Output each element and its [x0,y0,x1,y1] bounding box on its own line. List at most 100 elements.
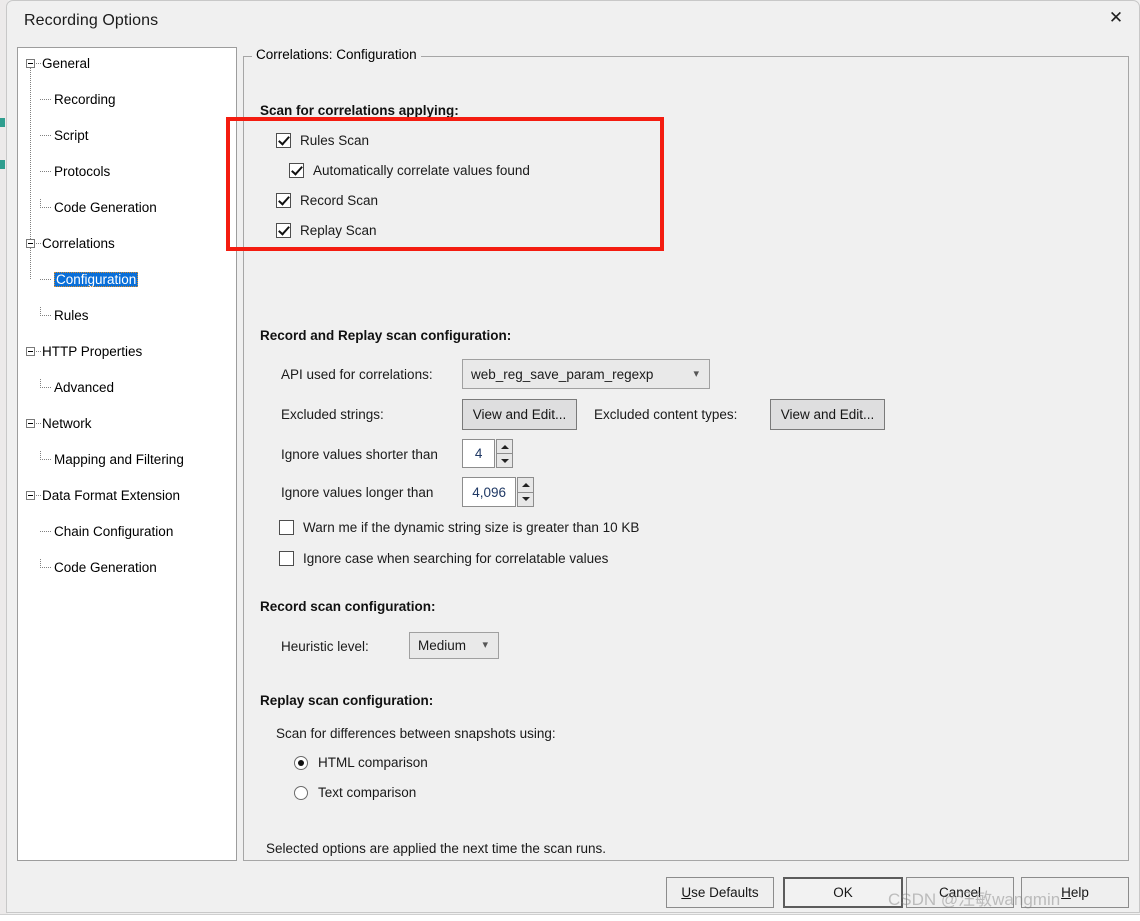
checkbox-automatically-correlate-values-found[interactable]: Automatically correlate values found [289,163,530,178]
sidebar-item-network[interactable]: Network [18,415,236,433]
checkbox-icon[interactable] [279,551,294,566]
ignore-values-longer-stepper[interactable]: 4,096 [462,477,534,507]
excluded-strings-view-and-edit-button[interactable]: View and Edit... [462,399,577,430]
ignore-longer-label: Ignore values longer than [281,485,434,500]
recording-options-dialog: Recording Options ✕ General Recording Sc… [6,0,1140,913]
stepper-up-icon[interactable] [517,477,534,493]
api-label: API used for correlations: [281,367,433,382]
checkbox-replay-scan[interactable]: Replay Scan [276,223,377,238]
sidebar-item-protocols[interactable]: Protocols [18,163,236,181]
radio-label: HTML comparison [318,755,428,770]
sidebar-item-mapping-and-filtering[interactable]: Mapping and Filtering [18,451,236,469]
ignore-shorter-label: Ignore values shorter than [281,447,438,462]
tree-connector [36,243,41,244]
sidebar-item-chain-configuration[interactable]: Chain Configuration [18,523,236,541]
checkbox-icon[interactable] [276,223,291,238]
checkbox-label: Record Scan [300,193,379,208]
tree-connector [40,207,51,208]
collapse-icon[interactable] [26,419,35,428]
stepper-up-icon[interactable] [496,439,513,454]
use-defaults-rest: se Defaults [691,885,759,900]
checkbox-label: Ignore case when searching for correlata… [303,551,609,566]
sidebar-item-general[interactable]: General [18,55,236,73]
scan-section-heading: Scan for correlations applying: [260,103,459,118]
radio-text-comparison[interactable]: Text comparison [294,785,416,800]
api-dropdown[interactable]: web_reg_save_param_regexp ▾ [462,359,710,389]
radio-html-comparison[interactable]: HTML comparison [294,755,428,770]
radio-icon[interactable] [294,785,308,800]
sidebar-item-script[interactable]: Script [18,127,236,145]
sidebar-item-advanced[interactable]: Advanced [18,379,236,397]
ignore-values-shorter-stepper[interactable]: 4 [462,439,513,468]
tree-connector [36,351,41,352]
help-rest: elp [1070,885,1089,900]
collapse-icon[interactable] [26,239,35,248]
tree-label: Code Generation [54,560,157,575]
stepper-down-icon[interactable] [517,492,534,507]
sidebar-item-correlations[interactable]: Correlations [18,235,236,253]
tree-connector [40,99,51,100]
tree-connector [40,307,41,316]
checkbox-icon[interactable] [279,520,294,535]
window-bottom-edge [0,914,1140,921]
api-dropdown-value: web_reg_save_param_regexp [471,366,654,382]
stepper-arrows[interactable] [517,477,534,507]
checkbox-warn-dynamic-string-size[interactable]: Warn me if the dynamic string size is gr… [279,520,639,535]
close-icon[interactable]: ✕ [1093,1,1139,34]
sidebar-item-recording[interactable]: Recording [18,91,236,109]
footer-note: Selected options are applied the next ti… [266,841,606,856]
ignore-longer-value[interactable]: 4,096 [462,477,517,507]
tree-label: Correlations [42,236,115,251]
checkbox-icon[interactable] [276,193,291,208]
collapse-icon[interactable] [26,59,35,68]
tree-label: Rules [54,308,89,323]
checkbox-label: Replay Scan [300,223,377,238]
radio-icon[interactable] [294,755,308,770]
tree-connector [40,135,51,136]
tree-connector [40,451,41,460]
checkbox-rules-scan[interactable]: Rules Scan [276,133,369,148]
tree-label: Protocols [54,164,111,179]
navigation-tree-panel[interactable]: General Recording Script Protocols Code … [17,47,237,861]
button-label: View and Edit... [472,407,567,422]
tree-connector [40,459,51,460]
tree-connector [36,423,41,424]
collapse-icon[interactable] [26,491,35,500]
stepper-arrows[interactable] [496,439,513,468]
sidebar-item-code-generation[interactable]: Code Generation [18,199,236,217]
sidebar-item-http-properties[interactable]: HTTP Properties [18,343,236,361]
heuristic-level-dropdown[interactable]: Medium ▾ [409,632,499,659]
collapse-icon[interactable] [26,347,35,356]
use-defaults-button[interactable]: Use Defaults [666,877,774,908]
help-button[interactable]: Help [1021,877,1129,908]
stepper-down-icon[interactable] [496,454,513,468]
checkbox-record-scan[interactable]: Record Scan [276,193,378,208]
checkbox-icon[interactable] [289,163,304,178]
sidebar-item-code-generation-dfe[interactable]: Code Generation [18,559,236,577]
tree-label: Script [54,128,89,143]
heuristic-level-value: Medium [418,638,467,653]
button-label: OK [833,885,853,900]
excluded-content-types-view-and-edit-button[interactable]: View and Edit... [770,399,885,430]
tree-connector [40,379,41,388]
tree-connector [40,171,51,172]
checkbox-label: Rules Scan [300,133,370,148]
cancel-button[interactable]: Cancel [906,877,1014,908]
tree-connector [40,567,51,568]
sidebar-item-data-format-extension[interactable]: Data Format Extension [18,487,236,505]
tree-label: Mapping and Filtering [54,452,184,467]
ignore-shorter-value[interactable]: 4 [462,439,496,468]
radio-label: Text comparison [318,785,417,800]
screen: Recording Options ✕ General Recording Sc… [0,0,1140,921]
checkbox-icon[interactable] [276,133,291,148]
ok-button[interactable]: OK [783,877,903,908]
use-defaults-accel: U [681,885,692,900]
tree-label: Advanced [54,380,115,395]
sidebar-item-rules[interactable]: Rules [18,307,236,325]
tree-connector [40,199,41,208]
tree-connector [40,531,51,532]
sidebar-item-configuration[interactable]: Configuration [18,271,236,289]
checkbox-ignore-case[interactable]: Ignore case when searching for correlata… [279,551,608,566]
tree-label-selected: Configuration [54,272,139,287]
tree-label: Code Generation [54,200,157,215]
